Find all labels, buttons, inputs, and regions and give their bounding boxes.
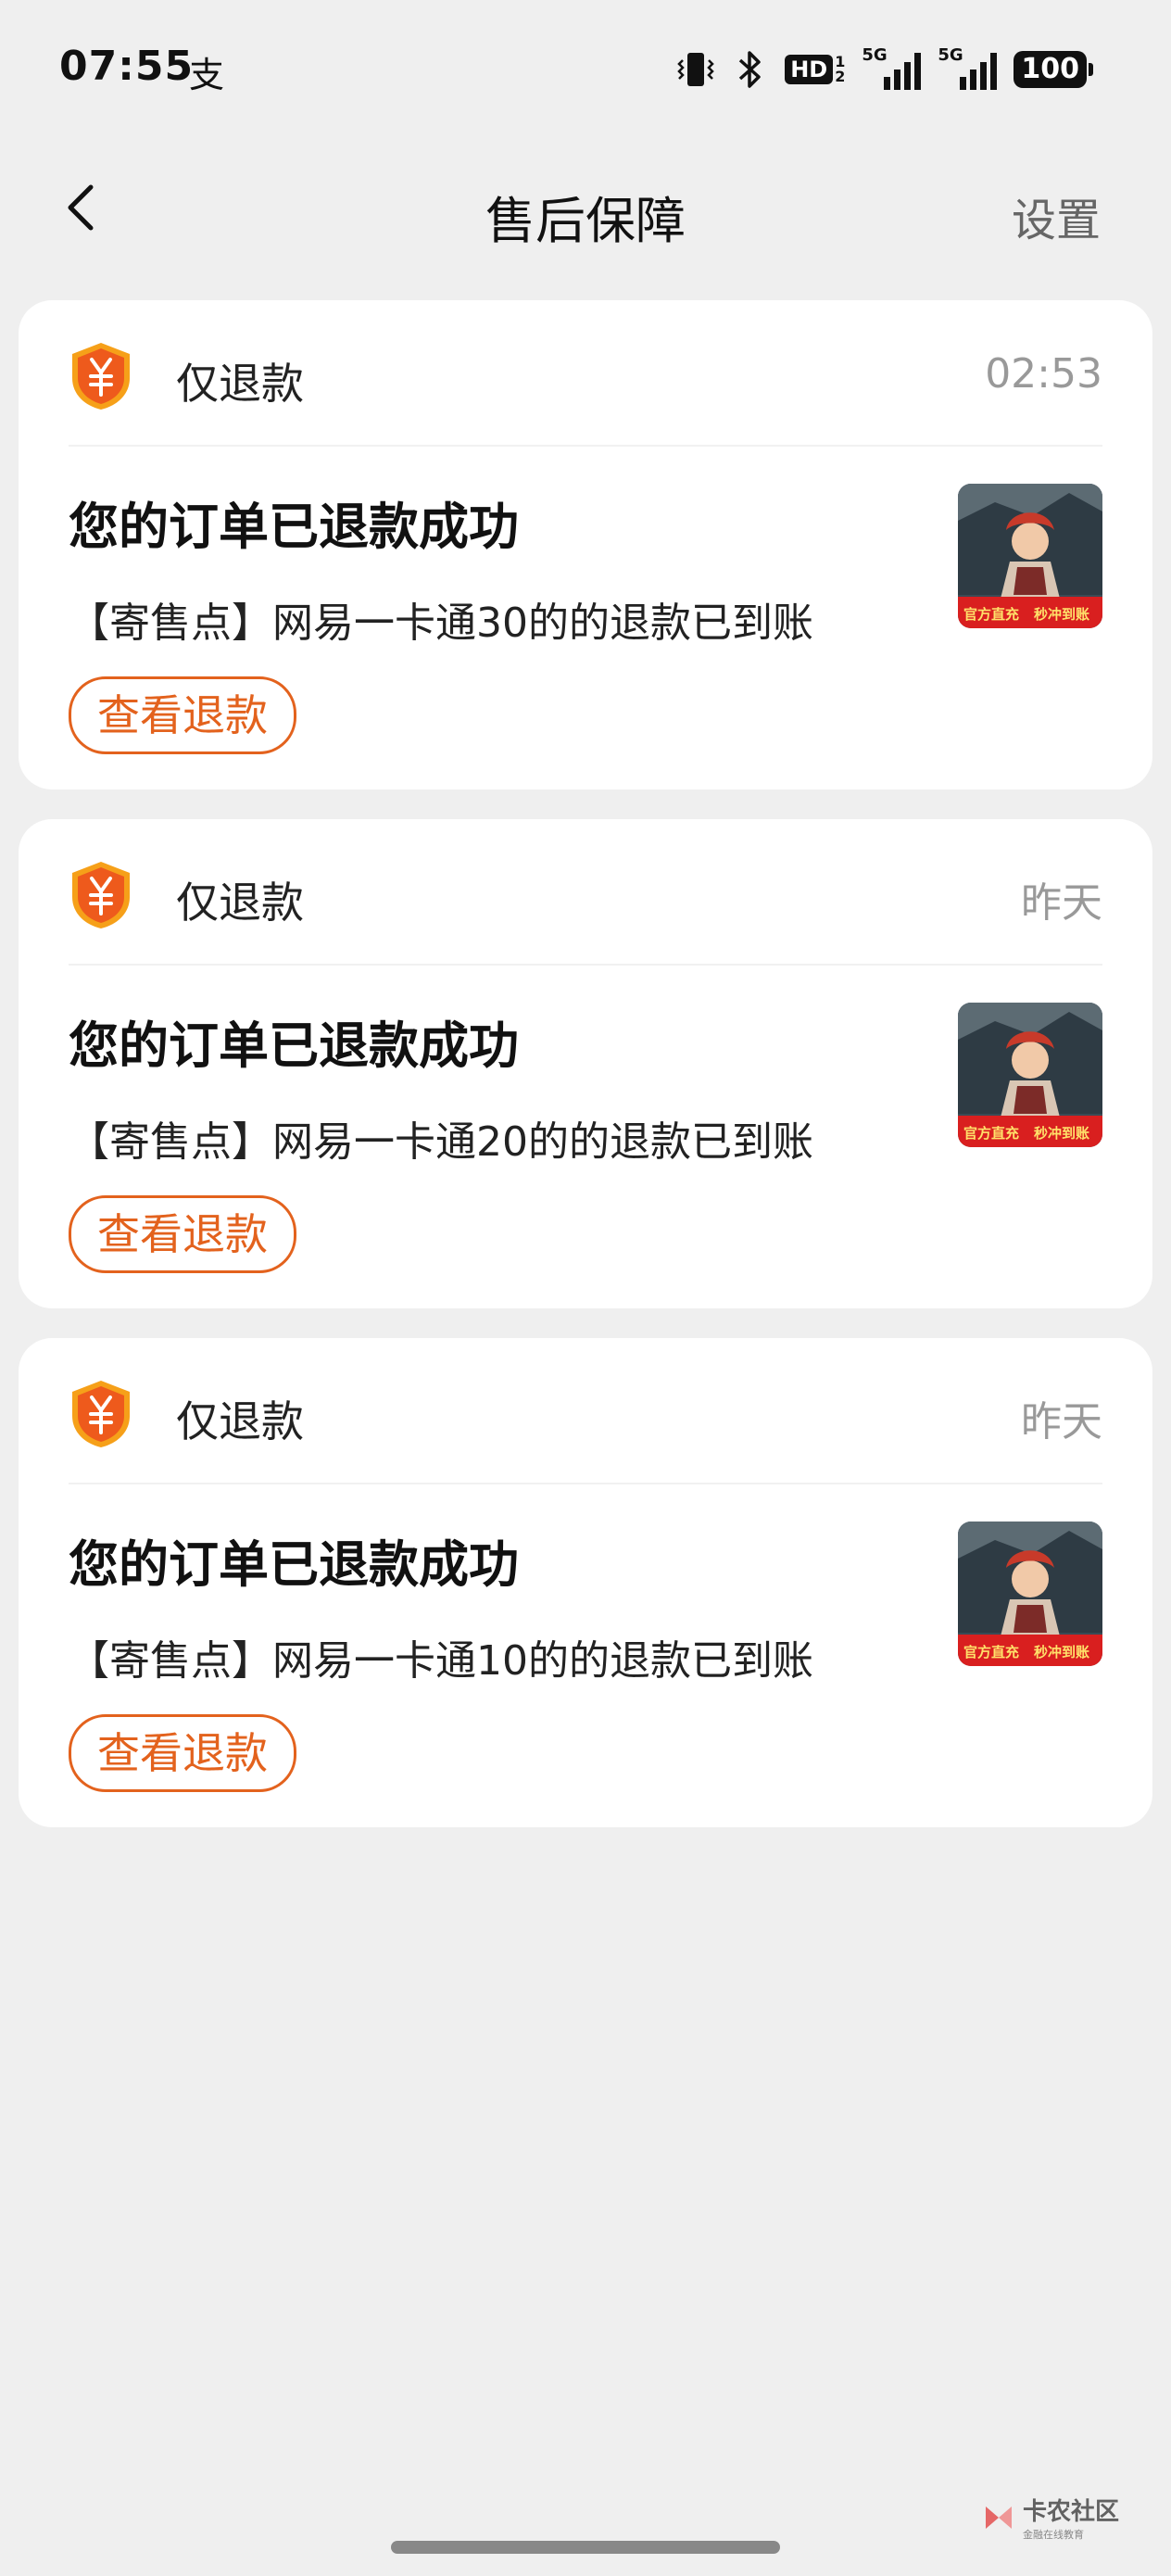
yuan-shield-icon	[72, 343, 130, 410]
thumb-banner-right: 秒冲到账	[1034, 606, 1089, 623]
refund-card[interactable]: 仅退款 昨天 您的订单已退款成功 【寄售点】网易一卡通10的的退款已到账 查看退…	[19, 1338, 1152, 1827]
vibrate-icon	[677, 53, 714, 86]
card-title: 您的订单已退款成功	[69, 1535, 519, 1594]
card-header: 仅退款 昨天	[69, 1375, 1102, 1453]
home-indicator[interactable]	[391, 2541, 780, 2554]
app-header: 售后保障 设置	[0, 158, 1171, 259]
product-thumbnail[interactable]: 官方直充 秒冲到账	[958, 1003, 1102, 1147]
card-description: 【寄售点】网易一卡通30的的退款已到账	[69, 600, 813, 647]
card-timestamp: 昨天	[1021, 1398, 1102, 1446]
bluetooth-icon	[739, 51, 761, 88]
alipay-status-icon: 支	[189, 55, 225, 95]
watermark-slogan: 金融在线教育	[1022, 2529, 1084, 2541]
refund-card[interactable]: 仅退款 02:53 您的订单已退款成功 【寄售点】网易一卡通30的的退款已到账 …	[19, 300, 1152, 789]
watermark-name: 卡农社区	[1022, 2498, 1119, 2526]
card-title: 您的订单已退款成功	[69, 1017, 519, 1075]
thumb-banner-right: 秒冲到账	[1034, 1644, 1089, 1661]
thumb-banner-left: 官方直充	[963, 1125, 1019, 1142]
status-bar: 07:55 支 HD 1 2 5G 5G 100	[0, 0, 1171, 139]
thumb-banner-left: 官方直充	[963, 606, 1019, 623]
watermark: 卡农社区 金融在线教育	[982, 2493, 1119, 2542]
card-header: 仅退款 昨天	[69, 856, 1102, 934]
divider	[69, 445, 1102, 447]
refund-type-label: 仅退款	[176, 878, 304, 928]
signal-sim2-icon: 5G	[938, 45, 998, 90]
product-thumbnail[interactable]: 官方直充 秒冲到账	[958, 1522, 1102, 1666]
card-timestamp: 02:53	[985, 350, 1102, 398]
view-refund-button[interactable]: 查看退款	[69, 676, 296, 754]
hd-sub-bottom: 2	[835, 68, 846, 85]
card-title: 您的订单已退款成功	[69, 498, 519, 556]
status-time: 07:55	[59, 43, 195, 90]
battery-icon: 100	[1014, 51, 1093, 88]
refund-card[interactable]: 仅退款 昨天 您的订单已退款成功 【寄售点】网易一卡通20的的退款已到账 查看退…	[19, 819, 1152, 1308]
refund-card-list: 仅退款 02:53 您的订单已退款成功 【寄售点】网易一卡通30的的退款已到账 …	[19, 300, 1152, 1857]
settings-button[interactable]: 设置	[1012, 183, 1101, 248]
divider	[69, 964, 1102, 966]
card-header: 仅退款 02:53	[69, 337, 1102, 415]
hd-label: HD	[785, 55, 834, 84]
refund-type-label: 仅退款	[176, 1396, 304, 1446]
card-description: 【寄售点】网易一卡通20的的退款已到账	[69, 1118, 813, 1166]
yuan-shield-icon	[72, 862, 130, 928]
product-thumbnail[interactable]: 官方直充 秒冲到账	[958, 484, 1102, 628]
card-description: 【寄售点】网易一卡通10的的退款已到账	[69, 1637, 813, 1685]
refund-type-label: 仅退款	[176, 359, 304, 409]
divider	[69, 1483, 1102, 1484]
view-refund-button[interactable]: 查看退款	[69, 1195, 296, 1273]
signal-sim1-icon: 5G	[862, 45, 922, 90]
view-refund-button[interactable]: 查看退款	[69, 1714, 296, 1792]
thumb-banner-left: 官方直充	[963, 1644, 1019, 1661]
card-timestamp: 昨天	[1021, 879, 1102, 927]
status-icons: HD 1 2 5G 5G 100	[677, 45, 1093, 93]
hd-voice-icon: HD 1 2	[785, 51, 845, 88]
thumb-banner-right: 秒冲到账	[1034, 1125, 1089, 1142]
page-title: 售后保障	[485, 192, 686, 250]
watermark-logo-icon	[985, 2506, 1012, 2529]
yuan-shield-icon	[72, 1381, 130, 1447]
battery-level: 100	[1014, 51, 1087, 88]
